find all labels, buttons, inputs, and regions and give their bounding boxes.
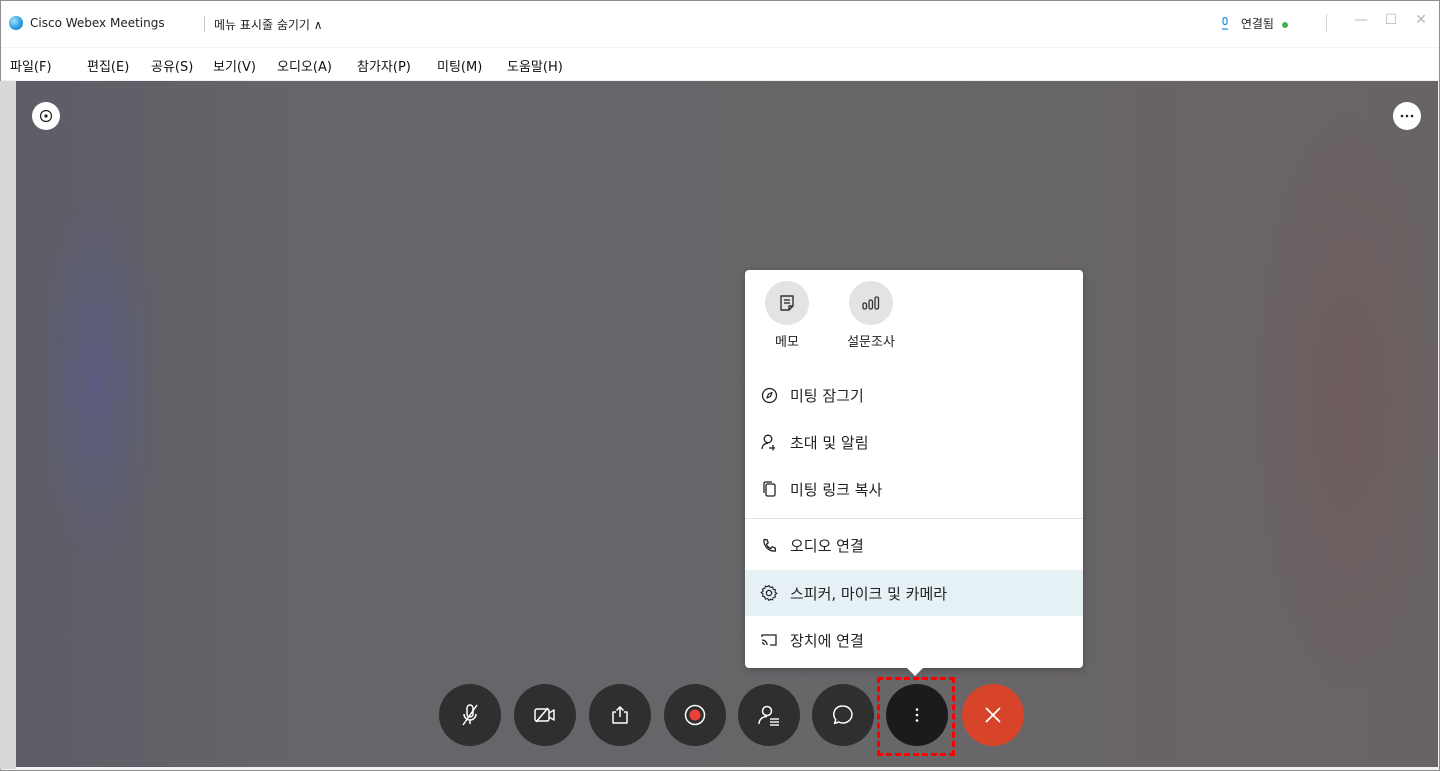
connection-status: 연결됨 <box>1221 15 1288 32</box>
highlight-annotation <box>877 677 955 756</box>
close-icon <box>985 707 1001 723</box>
app-title: Cisco Webex Meetings <box>30 16 165 30</box>
lock-compass-icon <box>761 387 777 403</box>
menu-share[interactable]: 공유(S) <box>151 56 193 75</box>
invite-remind-label: 초대 및 알림 <box>790 433 869 452</box>
menu-edit[interactable]: 편집(E) <box>87 56 129 75</box>
title-bar: Cisco Webex Meetings 메뉴 표시줄 숨기기 ∧ 연결됨 — … <box>1 1 1439 47</box>
video-off-icon <box>534 707 555 723</box>
menu-speaker-mic-camera[interactable]: 스피커, 마이크 및 카메라 <box>745 570 1083 616</box>
menu-meeting[interactable]: 미팅(M) <box>437 56 482 75</box>
video-button[interactable] <box>514 684 576 746</box>
share-icon <box>612 705 628 724</box>
participants-icon <box>758 705 779 726</box>
mic-off-icon <box>462 704 478 726</box>
webex-logo-icon <box>9 16 23 30</box>
menu-file[interactable]: 파일(F) <box>10 56 52 75</box>
more-options-button[interactable] <box>1393 102 1421 130</box>
connected-dot-icon <box>1281 21 1288 28</box>
menu-connect-device[interactable]: 장치에 연결 <box>745 617 1083 663</box>
phone-icon <box>762 538 776 552</box>
polling-button[interactable]: 설문조사 <box>841 281 901 350</box>
mic-status-icon <box>1221 16 1233 31</box>
more-horizontal-icon <box>1400 114 1414 118</box>
connection-status-label: 연결됨 <box>1240 17 1274 31</box>
meeting-info-button[interactable] <box>32 102 60 130</box>
notes-label: 메모 <box>775 335 799 350</box>
notes-button[interactable]: 메모 <box>757 281 817 350</box>
notes-icon <box>780 295 794 311</box>
cast-icon <box>761 634 777 646</box>
end-meeting-button[interactable] <box>962 684 1024 746</box>
audio-connect-label: 오디오 연결 <box>790 536 864 555</box>
copy-icon <box>763 481 776 497</box>
participants-button[interactable] <box>738 684 800 746</box>
popup-pointer <box>906 667 924 676</box>
menu-audio[interactable]: 오디오(A) <box>277 56 332 75</box>
menu-bar: 파일(F) 편집(E) 공유(S) 보기(V) 오디오(A) 참가자(P) 미팅… <box>1 48 1439 80</box>
menu-toggle-button[interactable]: 메뉴 표시줄 숨기기 ∧ <box>214 16 323 33</box>
connect-device-label: 장치에 연결 <box>790 631 864 650</box>
speaker-mic-camera-label: 스피커, 마이크 및 카메라 <box>790 584 948 603</box>
menu-help[interactable]: 도움말(H) <box>507 56 563 75</box>
video-left-edge <box>0 81 16 769</box>
menu-copy-link[interactable]: 미팅 링크 복사 <box>745 466 1083 512</box>
polling-label: 설문조사 <box>847 335 895 350</box>
menu-lock-meeting[interactable]: 미팅 잠그기 <box>745 372 1083 418</box>
mute-button[interactable] <box>439 684 501 746</box>
close-window-button[interactable]: ✕ <box>1410 12 1432 28</box>
share-button[interactable] <box>589 684 651 746</box>
menu-participants[interactable]: 참가자(P) <box>357 56 411 75</box>
more-options-popup: 메모 설문조사 미팅 잠그기 초대 및 알림 미팅 링크 복사 오디오 연결 스… <box>745 270 1083 668</box>
chat-button[interactable] <box>812 684 874 746</box>
polling-icon <box>862 296 880 310</box>
info-icon <box>39 109 53 123</box>
window-controls-separator <box>1326 14 1327 32</box>
gear-icon <box>760 584 778 602</box>
add-person-icon <box>761 434 775 451</box>
title-separator <box>204 16 205 32</box>
copy-link-label: 미팅 링크 복사 <box>790 480 883 499</box>
lock-meeting-label: 미팅 잠그기 <box>790 386 864 405</box>
meeting-video-area <box>16 81 1438 767</box>
record-icon <box>684 704 706 726</box>
menu-invite-remind[interactable]: 초대 및 알림 <box>745 419 1083 465</box>
menu-audio-connect[interactable]: 오디오 연결 <box>745 522 1083 568</box>
menu-view[interactable]: 보기(V) <box>213 56 256 75</box>
chat-icon <box>833 705 853 725</box>
popup-divider <box>745 518 1083 519</box>
maximize-button[interactable]: ☐ <box>1380 12 1402 28</box>
record-button[interactable] <box>664 684 726 746</box>
minimize-button[interactable]: — <box>1350 12 1372 28</box>
